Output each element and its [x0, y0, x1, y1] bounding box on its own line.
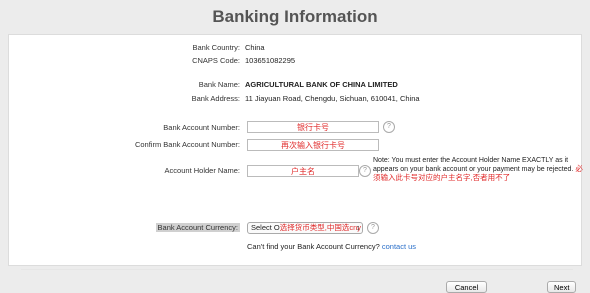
contact-us-link[interactable]: contact us [382, 242, 416, 251]
next-button[interactable]: Next [547, 281, 576, 293]
bank-address-label: Bank Address: [191, 94, 240, 103]
currency-select-text: Select O [251, 223, 280, 232]
account-number-label: Bank Account Number: [163, 123, 240, 132]
bank-country-row: Bank Country: China [9, 41, 583, 55]
bank-address-value: 11 Jiayuan Road, Chengdu, Sichuan, 61004… [245, 94, 420, 103]
confirm-account-input[interactable]: 再次输入银行卡号 [247, 139, 379, 151]
cancel-button[interactable]: Cancel [446, 281, 487, 293]
account-number-input[interactable]: 银行卡号 [247, 121, 379, 133]
divider [21, 269, 573, 270]
cnaps-row: CNAPS Code: 103651082295 [9, 54, 583, 68]
holder-name-note: Note: You must enter the Account Holder … [373, 157, 583, 183]
account-number-help-icon[interactable]: ? [383, 121, 395, 133]
bank-address-row: Bank Address: 11 Jiayuan Road, Chengdu, … [9, 92, 583, 106]
confirm-account-label: Confirm Bank Account Number: [134, 140, 240, 149]
holder-name-label: Account Holder Name: [164, 166, 240, 175]
banking-form-panel: Bank Country: China CNAPS Code: 10365108… [8, 34, 583, 293]
cnaps-label: CNAPS Code: [192, 56, 240, 65]
bank-country-label: Bank Country: [192, 43, 240, 52]
bank-name-label: Bank Name: [198, 80, 240, 89]
cant-find-currency: Can't find your Bank Account Currency? c… [247, 242, 416, 251]
currency-select-annotation: 选择货币类型,中国选cny [279, 223, 362, 232]
bank-name-row: Bank Name: AGRICULTURAL BANK OF CHINA LI… [9, 78, 583, 92]
currency-label: Bank Account Currency: [155, 223, 240, 232]
cant-find-text: Can't find your Bank Account Currency? [247, 242, 380, 251]
bank-country-value: China [245, 43, 265, 52]
currency-help-icon[interactable]: ? [367, 222, 379, 234]
currency-select[interactable]: Select O选择货币类型,中国选cny ↕ [247, 222, 363, 234]
holder-name-note-text: Note: You must enter the Account Holder … [373, 157, 574, 173]
bank-name-value: AGRICULTURAL BANK OF CHINA LIMITED [245, 80, 398, 89]
cnaps-value: 103651082295 [245, 56, 296, 65]
currency-label-wrap: Bank Account Currency: [155, 221, 240, 235]
select-arrows-icon: ↕ [356, 223, 360, 232]
holder-name-help-icon[interactable]: ? [359, 165, 371, 177]
page-title: Banking Information [212, 7, 378, 26]
holder-name-input[interactable]: 户主名 [247, 165, 359, 177]
